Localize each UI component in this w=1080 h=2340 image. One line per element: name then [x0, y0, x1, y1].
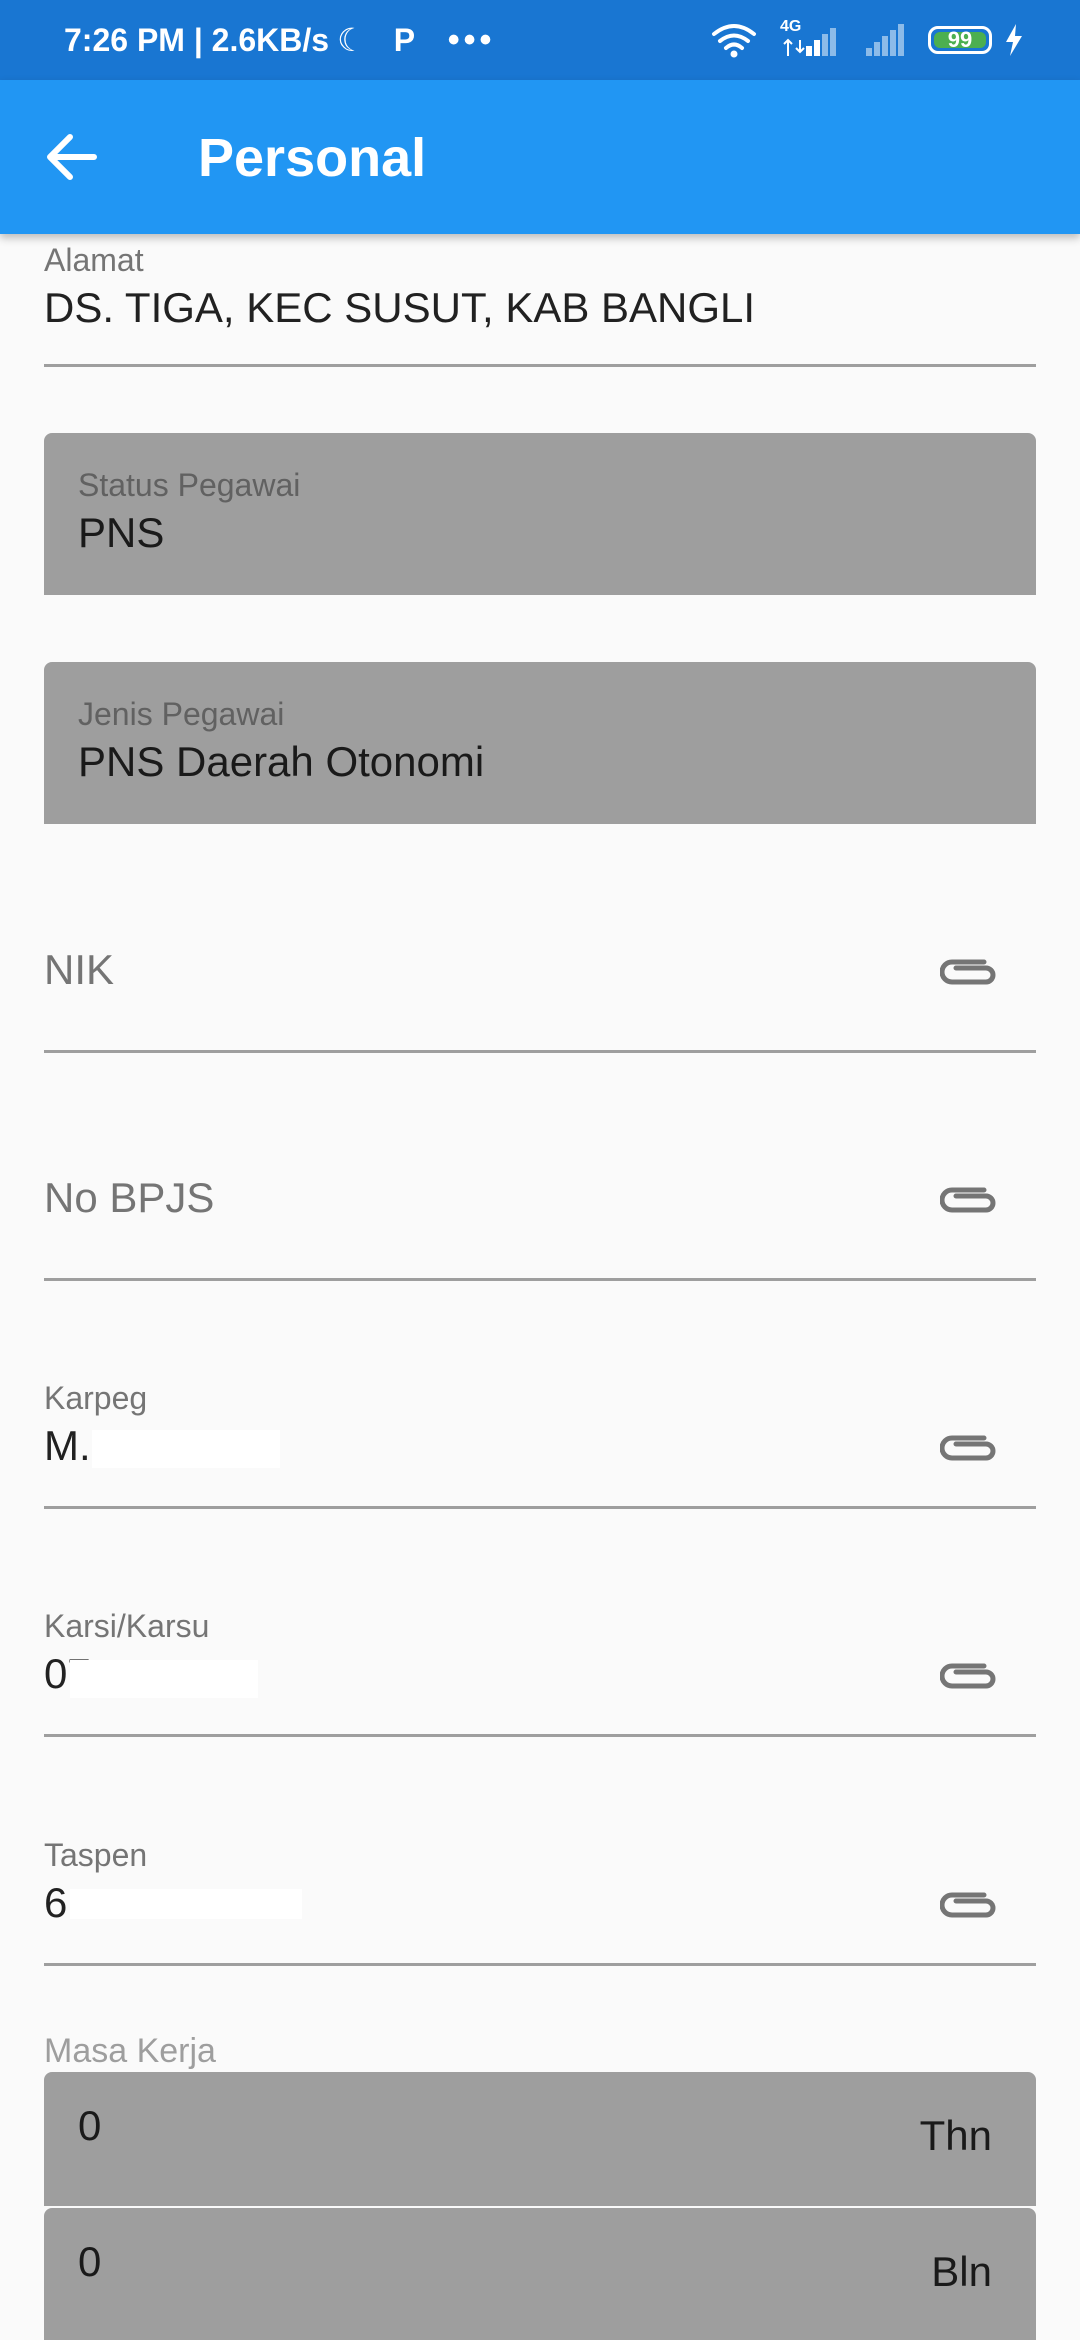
karpeg-value: M. — [44, 1422, 91, 1469]
alamat-label: Alamat — [44, 242, 144, 278]
masa-kerja-label: Masa Kerja — [44, 2032, 216, 2070]
page-title: Personal — [198, 128, 427, 188]
attachment-icon[interactable] — [940, 1656, 1000, 1696]
karpeg-underline — [44, 1506, 1036, 1509]
masa-kerja-tahun-suffix: Thn — [919, 2112, 992, 2159]
masa-kerja-tahun-value: 0 — [78, 2102, 102, 2149]
attachment-icon[interactable] — [940, 1428, 1000, 1468]
signal-4g-icon: 4G — [780, 18, 842, 58]
status-pegawai-field: Status Pegawai PNS — [44, 433, 1036, 595]
alamat-value: DS. TIGA, KEC SUSUT, KAB BANGLI — [44, 284, 756, 331]
battery-icon: 99 — [928, 26, 992, 54]
signal-icon — [866, 24, 904, 56]
redaction-mask — [92, 1430, 280, 1468]
status-right: 4G 99 — [688, 0, 1024, 80]
no-bpjs-placeholder: No BPJS — [44, 1174, 215, 1221]
app-bar: Personal — [0, 80, 1080, 234]
status-time: 7:26 PM — [64, 21, 185, 58]
parking-app-icon: P — [393, 22, 416, 58]
jenis-pegawai-label: Jenis Pegawai — [78, 696, 285, 732]
status-pegawai-value: PNS — [78, 509, 165, 556]
battery-level: 99 — [947, 27, 973, 52]
jenis-pegawai-value: PNS Daerah Otonomi — [78, 738, 485, 785]
nik-underline — [44, 1050, 1036, 1053]
karsi-label: Karsi/Karsu — [44, 1608, 210, 1644]
arrow-back-icon — [47, 134, 97, 180]
redaction-mask — [70, 1889, 302, 1919]
masa-kerja-tahun-field: 0 Thn — [44, 2072, 1036, 2206]
status-speed: 2.6KB/s — [211, 21, 330, 58]
alamat-underline — [44, 364, 1036, 367]
attachment-icon[interactable] — [940, 1885, 1000, 1925]
karsi-underline — [44, 1734, 1036, 1737]
no-bpjs-field[interactable]: No BPJS — [44, 1148, 1036, 1282]
masa-kerja-bulan-field: 0 Bln — [44, 2208, 1036, 2340]
status-bar: 7:26 PM | 2.6KB/s ☾ P ••• 4G 99 — [0, 0, 1080, 80]
status-left: 7:26 PM | 2.6KB/s ☾ P ••• — [64, 0, 495, 80]
taspen-label: Taspen — [44, 1837, 148, 1873]
no-bpjs-underline — [44, 1278, 1036, 1281]
status-pegawai-label: Status Pegawai — [78, 467, 301, 503]
attachment-icon[interactable] — [940, 1180, 1000, 1220]
more-dots-icon: ••• — [447, 20, 496, 59]
attachment-icon[interactable] — [940, 952, 1000, 992]
nik-field[interactable]: NIK — [44, 920, 1036, 1054]
karsi-karsu-field[interactable]: Karsi/Karsu 07 — [44, 1604, 1036, 1738]
nik-placeholder: NIK — [44, 946, 115, 993]
masa-kerja-bulan-value: 0 — [78, 2238, 102, 2285]
taspen-field[interactable]: Taspen 6 — [44, 1833, 1036, 1967]
redaction-mask — [70, 1660, 258, 1698]
taspen-underline — [44, 1963, 1036, 1966]
charging-icon — [1006, 24, 1022, 56]
taspen-value: 6 — [44, 1879, 68, 1926]
status-separator: | — [184, 21, 212, 58]
moon-icon: ☾ — [337, 22, 366, 58]
jenis-pegawai-field: Jenis Pegawai PNS Daerah Otonomi — [44, 662, 1036, 824]
wifi-icon — [712, 24, 756, 58]
back-button[interactable] — [36, 121, 108, 193]
masa-kerja-bulan-suffix: Bln — [931, 2248, 992, 2295]
karpeg-label: Karpeg — [44, 1380, 148, 1416]
alamat-field[interactable]: Alamat DS. TIGA, KEC SUSUT, KAB BANGLI — [44, 234, 1036, 368]
karpeg-field[interactable]: Karpeg M. — [44, 1376, 1036, 1510]
